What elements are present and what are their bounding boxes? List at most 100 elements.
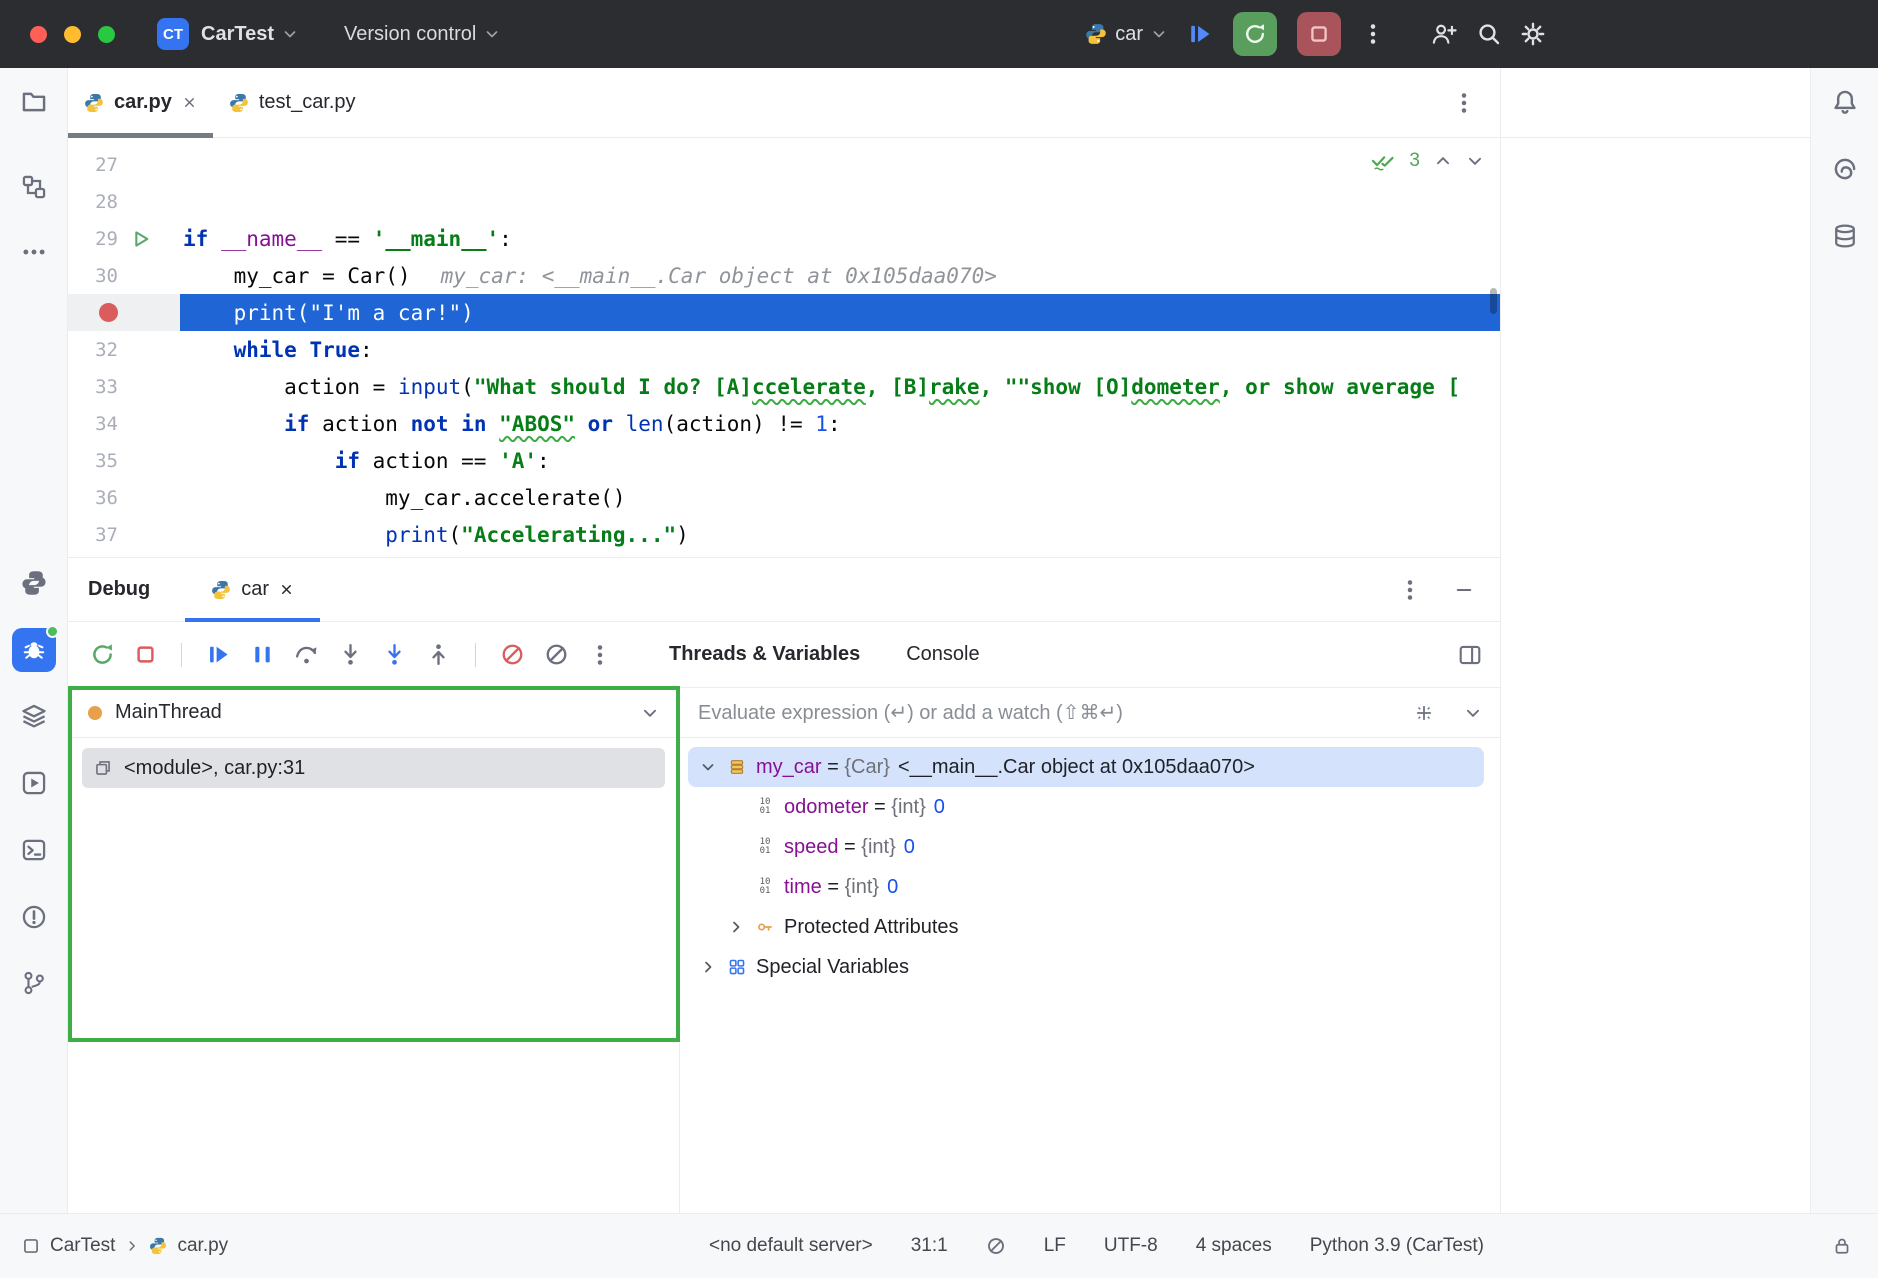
project-folder-icon[interactable] (21, 89, 47, 115)
line-number[interactable]: 37 (68, 516, 118, 553)
ai-assistant-icon[interactable] (1832, 156, 1858, 182)
frame-label: <module>, car.py:31 (124, 757, 305, 780)
tab-car-py[interactable]: car.py (68, 68, 213, 137)
force-step-into-button[interactable] (382, 642, 407, 667)
expander-closed-icon[interactable] (722, 919, 750, 935)
more-tool-windows-icon[interactable] (21, 239, 47, 265)
inspection-count[interactable]: 3 (1409, 150, 1420, 172)
add-watch-icon[interactable] (1414, 703, 1434, 723)
run-line-icon[interactable] (118, 220, 180, 257)
close-icon[interactable] (182, 95, 197, 110)
status-server[interactable]: <no default server> (709, 1235, 873, 1257)
status-encoding[interactable]: UTF-8 (1104, 1235, 1158, 1257)
layout-settings-icon[interactable] (1458, 643, 1482, 667)
status-line-ending[interactable]: LF (1044, 1235, 1066, 1257)
stop-debug-button[interactable] (134, 643, 157, 666)
more-actions-kebab[interactable] (1361, 22, 1385, 46)
variable-row[interactable]: 1001speed = {int}0 (688, 827, 1484, 867)
debug-tool-window-button[interactable] (12, 628, 56, 672)
rerun-debug-button[interactable] (90, 642, 115, 667)
step-over-button[interactable] (294, 642, 319, 667)
add-user-icon[interactable] (1431, 21, 1457, 47)
minimize-window-button[interactable] (64, 26, 81, 43)
right-activity-bar (1810, 68, 1878, 1213)
status-interpreter[interactable]: Python 3.9 (CarTest) (1310, 1235, 1484, 1257)
run-config-selector[interactable]: car (1085, 23, 1167, 46)
python-icon (229, 93, 249, 113)
breakpoint-dot[interactable] (68, 294, 118, 331)
mute-breakpoints-status-icon[interactable] (986, 1236, 1006, 1256)
variable-row[interactable]: Special Variables (688, 947, 1484, 987)
lock-icon[interactable] (1832, 1236, 1852, 1256)
line-number[interactable]: 35 (68, 442, 118, 479)
variable-row[interactable]: Protected Attributes (688, 907, 1484, 947)
next-problem-chevron-down-icon[interactable] (1466, 152, 1484, 170)
tab-threads-variables[interactable]: Threads & Variables (669, 643, 860, 666)
line-number[interactable]: 30 (68, 257, 118, 294)
notifications-bell-icon[interactable] (1832, 89, 1858, 115)
run-button[interactable] (1187, 21, 1213, 47)
variable-row[interactable]: 1001time = {int}0 (688, 867, 1484, 907)
int-icon: 1001 (760, 798, 771, 816)
project-menu[interactable]: CarTest (201, 23, 298, 46)
search-icon[interactable] (1477, 22, 1501, 46)
zoom-window-button[interactable] (98, 26, 115, 43)
status-caret-position[interactable]: 31:1 (911, 1235, 948, 1257)
thread-selector[interactable]: MainThread (68, 688, 679, 738)
line-number[interactable]: 36 (68, 479, 118, 516)
step-into-button[interactable] (338, 642, 363, 667)
restart-debug-button[interactable] (1233, 12, 1277, 56)
status-project[interactable]: CarTest (50, 1235, 115, 1257)
database-icon[interactable] (1832, 223, 1858, 249)
line-number[interactable]: 29 (68, 220, 118, 257)
code-text: if __name__ == '__main__': (180, 220, 1500, 257)
resume-button[interactable] (206, 642, 231, 667)
line-number[interactable]: 33 (68, 368, 118, 405)
problems-icon[interactable] (21, 904, 47, 930)
debug-more-kebab[interactable] (588, 643, 612, 667)
editor-scrollbar[interactable] (1490, 288, 1497, 314)
status-file[interactable]: car.py (177, 1235, 228, 1257)
watch-input[interactable]: Evaluate expression (↵) or add a watch (… (680, 688, 1500, 738)
pause-button[interactable] (250, 642, 275, 667)
line-number[interactable]: 28 (68, 183, 118, 220)
project-badge: CT (157, 18, 189, 50)
line-number[interactable]: 32 (68, 331, 118, 368)
python-console-icon[interactable] (21, 570, 47, 596)
tab-label: car.py (114, 91, 172, 114)
hide-panel-icon[interactable] (1454, 580, 1474, 600)
line-number[interactable]: 34 (68, 405, 118, 442)
mute-breakpoints-button[interactable] (544, 642, 569, 667)
view-breakpoints-button[interactable] (500, 642, 525, 667)
structure-icon[interactable] (21, 174, 47, 200)
expander-open-icon[interactable] (694, 759, 722, 775)
chevron-down-icon[interactable] (1464, 704, 1482, 722)
version-control-menu[interactable]: Version control (344, 23, 500, 46)
tab-console[interactable]: Console (906, 643, 979, 666)
close-window-button[interactable] (30, 26, 47, 43)
status-indent[interactable]: 4 spaces (1196, 1235, 1272, 1257)
variable-row[interactable]: 1001odometer = {int}0 (688, 787, 1484, 827)
expander-closed-icon[interactable] (694, 959, 722, 975)
close-icon[interactable] (279, 582, 294, 597)
settings-gear-icon[interactable] (1521, 22, 1545, 46)
terminal-icon[interactable] (21, 837, 47, 863)
prev-problem-chevron-up-icon[interactable] (1434, 152, 1452, 170)
tab-test-car-py[interactable]: test_car.py (213, 68, 372, 137)
run-tool-window-icon[interactable] (21, 770, 47, 796)
step-out-button[interactable] (426, 642, 451, 667)
line-number[interactable]: 27 (68, 146, 118, 183)
git-branch-icon[interactable] (21, 970, 47, 996)
stop-button[interactable] (1297, 12, 1341, 56)
variable-row[interactable]: my_car = {Car}<__main__.Car object at 0x… (688, 747, 1484, 787)
debug-session-tab[interactable]: car (185, 558, 320, 621)
code-editor[interactable]: 272829if __name__ == '__main__':30 my_ca… (68, 138, 1500, 557)
frame-row[interactable]: <module>, car.py:31 (82, 748, 665, 788)
chevron-down-icon[interactable] (641, 704, 659, 722)
debug-active-dot (46, 625, 59, 638)
tab-options-kebab[interactable] (1452, 91, 1476, 115)
services-layers-icon[interactable] (21, 703, 47, 729)
python-icon (84, 93, 104, 113)
inspections-ok-icon[interactable] (1371, 152, 1395, 171)
debug-options-kebab[interactable] (1398, 578, 1422, 602)
